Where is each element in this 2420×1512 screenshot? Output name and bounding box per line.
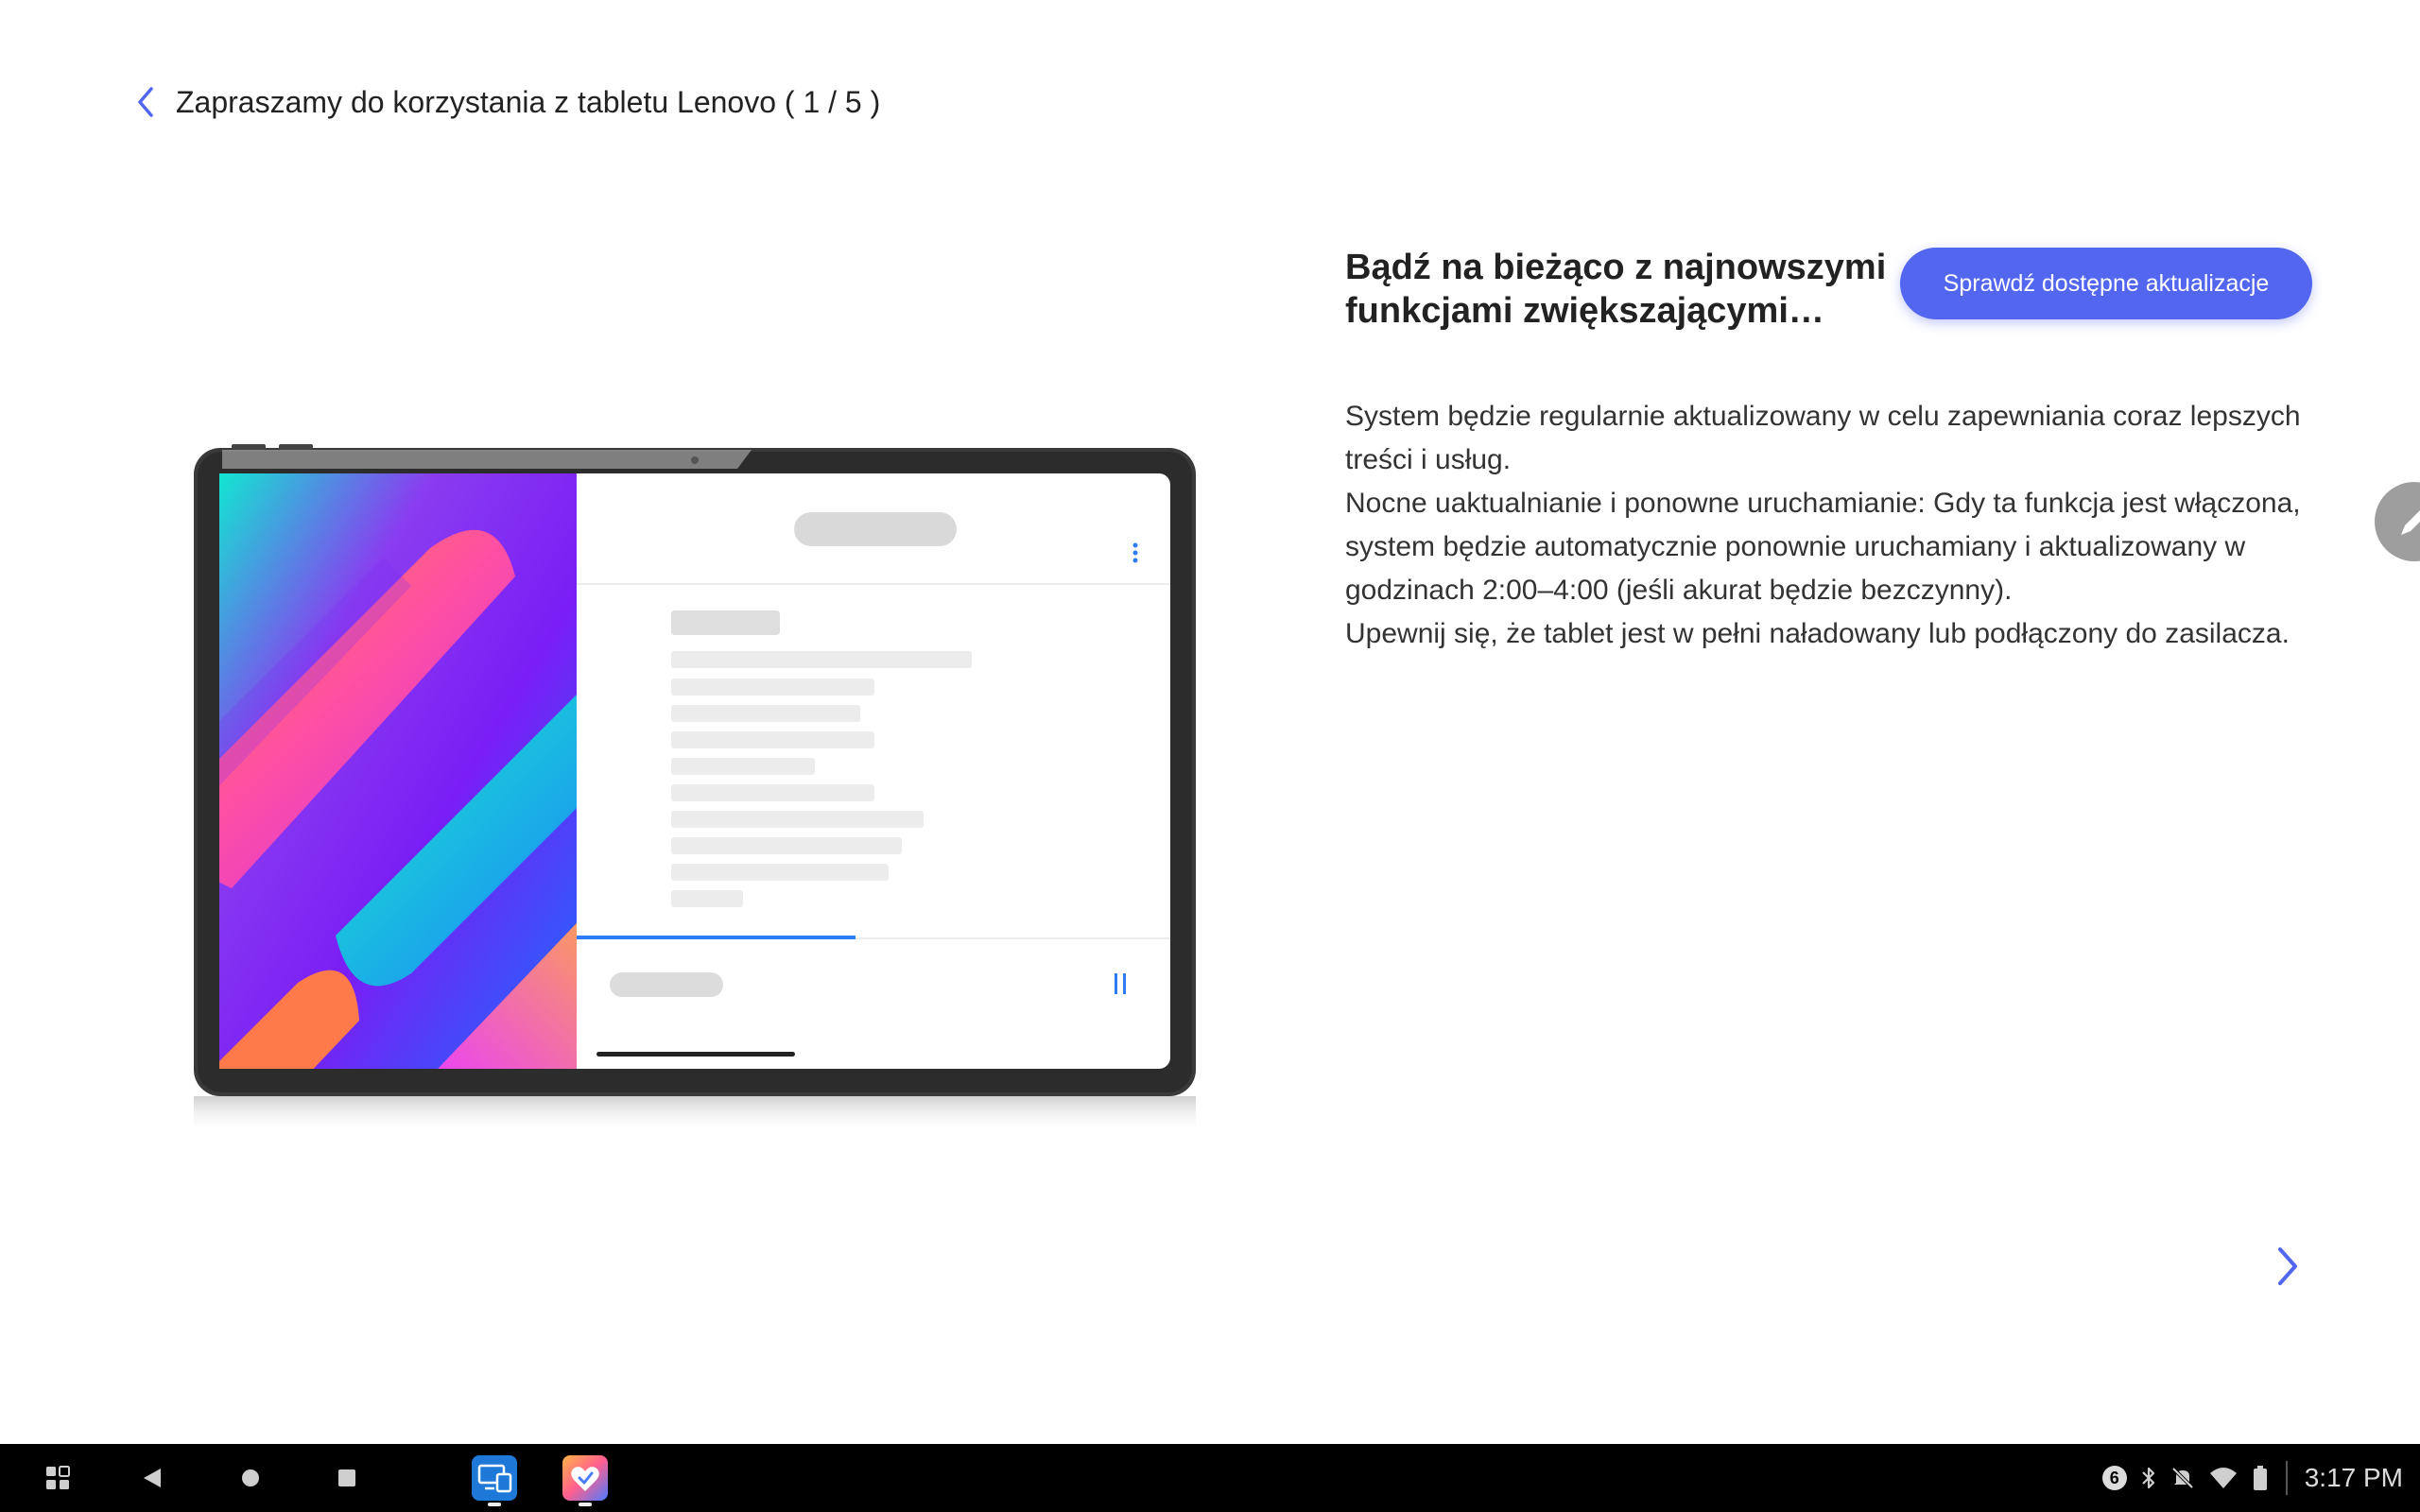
app-drawer-icon: [46, 1466, 70, 1489]
mute-icon: [2170, 1466, 2195, 1490]
description-text: System będzie regularnie aktualizowany w…: [1345, 395, 2309, 656]
paragraph-3: Upewnij się, że tablet jest w pełni nała…: [1345, 618, 2290, 649]
bluetooth-icon: [2140, 1466, 2157, 1490]
next-arrow-icon: [2278, 1247, 2297, 1285]
back-nav-icon: [144, 1469, 161, 1487]
back-button[interactable]: [129, 81, 163, 123]
nav-recents-button[interactable]: [327, 1444, 367, 1512]
header: Zapraszamy do korzystania z tabletu Leno…: [129, 81, 880, 123]
paragraph-1: System będzie regularnie aktualizowany w…: [1345, 401, 2301, 475]
check-updates-button[interactable]: Sprawdź dostępne aktualizacje: [1900, 248, 2312, 319]
next-button[interactable]: [2265, 1238, 2310, 1295]
notification-count-badge: 6: [2101, 1466, 2127, 1490]
nav-home-button[interactable]: [231, 1444, 270, 1512]
tablet-illustration: [194, 444, 1196, 1134]
paragraph-2: Nocne uaktualnianie i ponowne uruchamian…: [1345, 488, 2301, 606]
app-drawer-button[interactable]: [38, 1444, 78, 1512]
page-title: Zapraszamy do korzystania z tabletu Leno…: [176, 84, 881, 119]
clock: 3:17 PM: [2304, 1463, 2403, 1492]
playback-progress-bar: [577, 936, 856, 939]
nav-back-button[interactable]: [132, 1444, 172, 1512]
heart-app-icon: [562, 1455, 608, 1501]
running-indicator: [579, 1503, 592, 1506]
section-heading: Bądź na bieżąco z najnowszymi funkcjami …: [1345, 248, 1887, 331]
taskbar-app-device-connect[interactable]: [471, 1444, 518, 1512]
taskbar: 6 3:17 PM: [0, 1444, 2420, 1512]
pencil-icon: [2401, 510, 2420, 535]
status-divider: [2285, 1461, 2288, 1495]
wifi-icon: [2208, 1466, 2238, 1490]
recents-nav-icon: [338, 1469, 355, 1486]
taskbar-app-lenovo-welcome[interactable]: [562, 1444, 609, 1512]
floating-pen-button[interactable]: [2375, 482, 2420, 561]
home-nav-icon: [242, 1469, 259, 1486]
battery-icon: [2252, 1465, 2269, 1491]
running-indicator: [488, 1503, 501, 1506]
status-bar[interactable]: 6 3:17 PM: [2101, 1444, 2420, 1512]
back-arrow-icon: [138, 87, 153, 117]
device-connect-app-icon: [472, 1455, 517, 1501]
